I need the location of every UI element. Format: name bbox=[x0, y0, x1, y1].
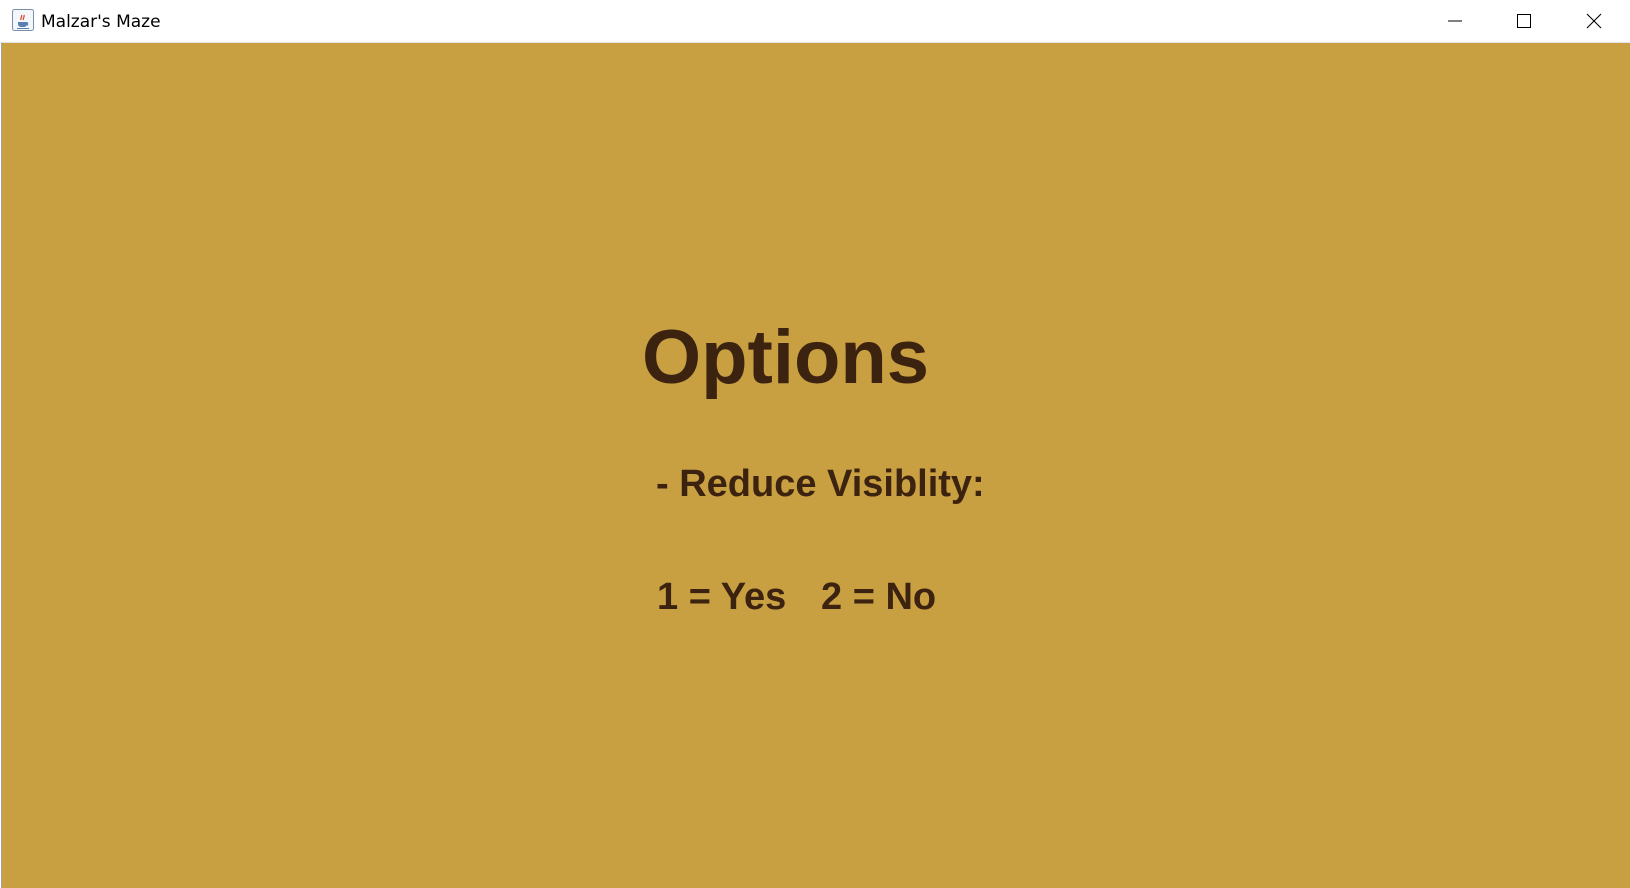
maximize-button[interactable] bbox=[1490, 0, 1558, 42]
game-canvas[interactable]: Options - Reduce Visiblity: 1 = Yes 2 = … bbox=[1, 43, 1630, 888]
options-heading: Options bbox=[642, 315, 930, 400]
app-window: Malzar's Maze Options - Reduce Visiblity… bbox=[0, 0, 1630, 888]
close-icon bbox=[1586, 13, 1602, 29]
title-bar[interactable]: Malzar's Maze bbox=[0, 0, 1630, 43]
choice-yes: 1 = Yes bbox=[657, 576, 787, 618]
java-cup-icon[interactable] bbox=[12, 9, 34, 31]
window-title: Malzar's Maze bbox=[41, 12, 161, 32]
reduce-visibility-label: - Reduce Visiblity: bbox=[656, 463, 985, 505]
minimize-icon bbox=[1448, 20, 1462, 22]
maximize-icon bbox=[1517, 14, 1531, 28]
minimize-button[interactable] bbox=[1421, 0, 1489, 42]
choice-no: 2 = No bbox=[821, 576, 937, 618]
close-button[interactable] bbox=[1560, 0, 1628, 42]
